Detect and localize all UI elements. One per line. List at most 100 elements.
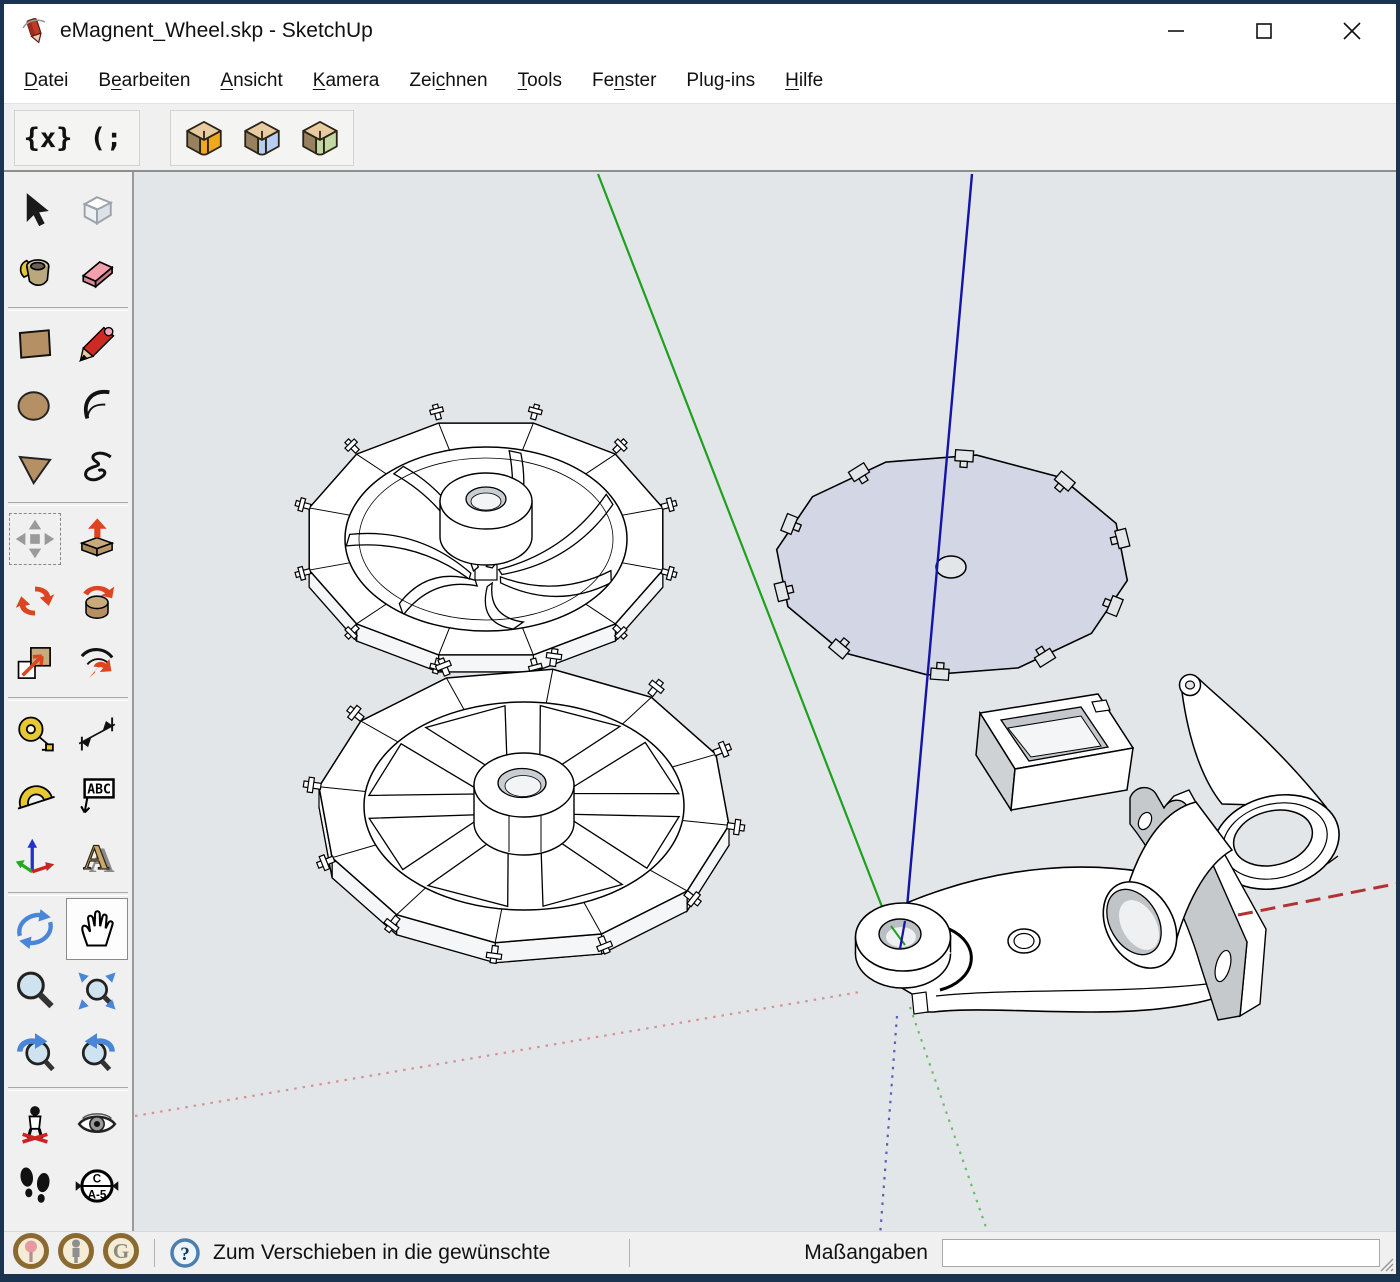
tool-group-separator (4, 304, 132, 313)
window-bottom-border (4, 1274, 1396, 1282)
resize-grip[interactable] (1378, 1256, 1394, 1272)
scale-tool-button[interactable] (4, 632, 66, 694)
svg-text:ABC: ABC (87, 782, 111, 797)
offset-tool-button[interactable] (66, 632, 128, 694)
polygon-tool-button[interactable] (4, 437, 66, 499)
orbit-icon (13, 907, 57, 951)
menu-fenster[interactable]: Fenster (592, 70, 656, 92)
freehand-tool-button[interactable] (66, 437, 128, 499)
ruby-toolbar-group: {x}(; (14, 110, 140, 166)
zoom-icon (13, 969, 57, 1013)
pan-tool-button[interactable] (66, 898, 128, 960)
letter-g-badge-icon: G (102, 1232, 140, 1270)
close-button[interactable] (1308, 4, 1396, 58)
svg-text:C: C (93, 1173, 102, 1186)
arc-tool-button[interactable] (66, 375, 128, 437)
make-component-tool-button[interactable] (66, 180, 128, 242)
letter-g-badge[interactable]: G (102, 1232, 140, 1275)
help-icon[interactable]: ? (169, 1237, 201, 1269)
menu-tools[interactable]: Tools (518, 70, 562, 92)
titlebar: eMagnent_Wheel.skp - SketchUp (4, 4, 1396, 58)
person-pin-badge[interactable] (12, 1232, 50, 1275)
menubar: Datei Bearbeiten Ansicht Kamera Zeichnen Tool… (4, 58, 1396, 104)
statusbar: G ? Zum Verschieben in die gewünschte Ma… (4, 1231, 1396, 1274)
look-around-tool-button[interactable] (66, 1093, 128, 1155)
follow-me-tool-button[interactable] (66, 570, 128, 632)
minimize-button[interactable] (1132, 4, 1220, 58)
menu-bearbeiten[interactable]: Bearbeiten (98, 70, 190, 92)
corner-cube-green-button[interactable] (291, 114, 349, 162)
menu-hilfe[interactable]: Hilfe (785, 70, 823, 92)
model-scene (134, 172, 1400, 1236)
corner-cube-orange-button[interactable] (175, 114, 233, 162)
circle-tool-button[interactable] (4, 375, 66, 437)
tool-group-separator (4, 889, 132, 898)
window-title: eMagnent_Wheel.skp - SketchUp (60, 19, 373, 43)
ruby-console-button[interactable]: {x} (19, 114, 77, 162)
model-viewport[interactable] (134, 172, 1396, 1232)
line-icon (75, 322, 119, 366)
corner-cube-blue-icon (241, 118, 283, 158)
close-icon (1340, 19, 1364, 43)
measurements-input[interactable] (942, 1239, 1380, 1267)
move-tool-button[interactable] (4, 508, 66, 570)
zoom-tool-button[interactable] (4, 960, 66, 1022)
look-around-icon (75, 1102, 119, 1146)
menu-ansicht[interactable]: Ansicht (220, 70, 282, 92)
zoom-next-icon (75, 1031, 119, 1075)
eraser-tool-button[interactable] (66, 242, 128, 304)
status-message: Zum Verschieben in die gewünschte (213, 1241, 615, 1265)
3d-text-icon: AA (75, 836, 119, 880)
dimension-tool-button[interactable] (66, 703, 128, 765)
corner-cube-toolbar-group (170, 110, 354, 166)
text-tool-button[interactable]: ABC (66, 765, 128, 827)
corner-cube-blue-button[interactable] (233, 114, 291, 162)
figure-badge-icon (57, 1232, 95, 1270)
svg-text:A-5: A-5 (88, 1188, 107, 1201)
menu-plugins[interactable]: Plug-ins (686, 70, 755, 92)
tool-group-separator (4, 499, 132, 508)
zoom-window-icon (75, 969, 119, 1013)
maximize-button[interactable] (1220, 4, 1308, 58)
statusbar-divider-2 (629, 1239, 630, 1267)
text-icon: ABC (75, 774, 119, 818)
push-pull-icon (75, 517, 119, 561)
offset-icon (75, 641, 119, 685)
pan-icon (75, 907, 119, 951)
freehand-icon (75, 446, 119, 490)
section-plane-icon: C A-5 (75, 1164, 119, 1208)
select-tool-button[interactable] (4, 180, 66, 242)
section-plane-tool-button[interactable]: C A-5 (66, 1155, 128, 1217)
line-tool-button[interactable] (66, 313, 128, 375)
open-box (976, 694, 1133, 810)
ruby-code-button[interactable]: (; (77, 114, 135, 162)
follow-me-icon (75, 579, 119, 623)
rotate-tool-button[interactable] (4, 570, 66, 632)
zoom-next-tool-button[interactable] (66, 1022, 128, 1084)
menu-datei[interactable]: Datei (24, 70, 68, 92)
position-camera-tool-button[interactable] (4, 1093, 66, 1155)
protractor-tool-button[interactable] (4, 765, 66, 827)
make-component-icon (75, 189, 119, 233)
corner-cube-green-icon (299, 118, 341, 158)
rectangle-tool-button[interactable] (4, 313, 66, 375)
axes-tool-button[interactable] (4, 827, 66, 889)
zoom-previous-tool-button[interactable] (4, 1022, 66, 1084)
polygon-icon (13, 446, 57, 490)
menu-kamera[interactable]: Kamera (313, 70, 380, 92)
paint-bucket-tool-button[interactable] (4, 242, 66, 304)
circle-icon (13, 384, 57, 428)
top-toolbar: {x}(; (4, 104, 1396, 172)
minimize-icon (1165, 20, 1187, 42)
orbit-tool-button[interactable] (4, 898, 66, 960)
3d-text-tool-button[interactable]: AA (66, 827, 128, 889)
menu-zeichnen[interactable]: Zeichnen (409, 70, 487, 92)
walk-icon (13, 1164, 57, 1208)
push-pull-tool-button[interactable] (66, 508, 128, 570)
tape-measure-tool-button[interactable] (4, 703, 66, 765)
figure-badge[interactable] (57, 1232, 95, 1275)
svg-text:G: G (113, 1239, 129, 1263)
zoom-window-tool-button[interactable] (66, 960, 128, 1022)
walk-tool-button[interactable] (4, 1155, 66, 1217)
position-camera-icon (13, 1102, 57, 1146)
